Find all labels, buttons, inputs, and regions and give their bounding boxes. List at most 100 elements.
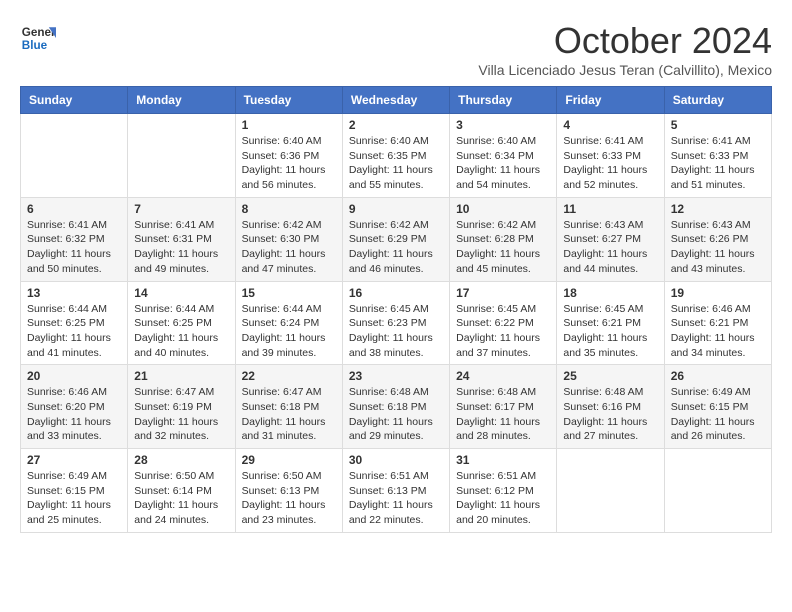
- day-number: 28: [134, 453, 228, 467]
- location-subtitle: Villa Licenciado Jesus Teran (Calvillito…: [478, 62, 772, 78]
- day-info: Sunrise: 6:50 AMSunset: 6:14 PMDaylight:…: [134, 469, 228, 528]
- day-info: Sunrise: 6:43 AMSunset: 6:26 PMDaylight:…: [671, 218, 765, 277]
- calendar-cell: 9 Sunrise: 6:42 AMSunset: 6:29 PMDaylight…: [342, 197, 449, 281]
- calendar-cell: 18Sunrise: 6:45 AMSunset: 6:21 PMDayligh…: [557, 281, 664, 365]
- day-number: 27: [27, 453, 121, 467]
- calendar-week-row: 20Sunrise: 6:46 AMSunset: 6:20 PMDayligh…: [21, 365, 772, 449]
- day-info: Sunrise: 6:50 AMSunset: 6:13 PMDaylight:…: [242, 469, 336, 528]
- day-number: 18: [563, 286, 657, 300]
- day-info: Sunrise: 6:43 AMSunset: 6:27 PMDaylight:…: [563, 218, 657, 277]
- calendar-cell: 11 Sunrise: 6:43 AMSunset: 6:27 PMDayligh…: [557, 197, 664, 281]
- day-number: 11: [563, 202, 657, 216]
- day-info: Sunrise: 6:41 AMSunset: 6:31 PMDaylight:…: [134, 218, 228, 277]
- day-number: 10: [456, 202, 550, 216]
- day-info: Sunrise: 6:41 AMSunset: 6:33 PMDaylight:…: [671, 134, 765, 193]
- calendar-table: SundayMondayTuesdayWednesdayThursdayFrid…: [20, 86, 772, 533]
- calendar-cell: 6 Sunrise: 6:41 AMSunset: 6:32 PMDaylight…: [21, 197, 128, 281]
- calendar-cell: 12 Sunrise: 6:43 AMSunset: 6:26 PMDayligh…: [664, 197, 771, 281]
- logo-icon: General Blue: [20, 20, 56, 56]
- calendar-cell: 30 Sunrise: 6:51 AMSunset: 6:13 PMDayligh…: [342, 449, 449, 533]
- day-info: Sunrise: 6:48 AMSunset: 6:16 PMDaylight:…: [563, 385, 657, 444]
- day-number: 20: [27, 369, 121, 383]
- weekday-header-wednesday: Wednesday: [342, 87, 449, 114]
- calendar-week-row: 27 Sunrise: 6:49 AMSunset: 6:15 PMDayligh…: [21, 449, 772, 533]
- day-number: 29: [242, 453, 336, 467]
- day-info: Sunrise: 6:49 AMSunset: 6:15 PMDaylight:…: [671, 385, 765, 444]
- day-info: Sunrise: 6:51 AMSunset: 6:12 PMDaylight:…: [456, 469, 550, 528]
- day-number: 7: [134, 202, 228, 216]
- logo: General Blue: [20, 20, 56, 56]
- day-info: Sunrise: 6:40 AMSunset: 6:34 PMDaylight:…: [456, 134, 550, 193]
- weekday-header-friday: Friday: [557, 87, 664, 114]
- day-number: 14: [134, 286, 228, 300]
- calendar-cell: 5 Sunrise: 6:41 AMSunset: 6:33 PMDaylight…: [664, 114, 771, 198]
- calendar-cell: 29 Sunrise: 6:50 AMSunset: 6:13 PMDayligh…: [235, 449, 342, 533]
- calendar-cell: 16Sunrise: 6:45 AMSunset: 6:23 PMDayligh…: [342, 281, 449, 365]
- calendar-cell: 17Sunrise: 6:45 AMSunset: 6:22 PMDayligh…: [450, 281, 557, 365]
- day-number: 9: [349, 202, 443, 216]
- weekday-header-monday: Monday: [128, 87, 235, 114]
- day-number: 3: [456, 118, 550, 132]
- calendar-cell: 4 Sunrise: 6:41 AMSunset: 6:33 PMDaylight…: [557, 114, 664, 198]
- day-info: Sunrise: 6:49 AMSunset: 6:15 PMDaylight:…: [27, 469, 121, 528]
- calendar-cell: 15 Sunrise: 6:44 AMSunset: 6:24 PMDayligh…: [235, 281, 342, 365]
- day-info: Sunrise: 6:40 AMSunset: 6:36 PMDaylight:…: [242, 134, 336, 193]
- title-area: October 2024 Villa Licenciado Jesus Tera…: [478, 20, 772, 78]
- day-info: Sunrise: 6:47 AMSunset: 6:19 PMDaylight:…: [134, 385, 228, 444]
- day-info: Sunrise: 6:42 AMSunset: 6:30 PMDaylight:…: [242, 218, 336, 277]
- calendar-cell: 8 Sunrise: 6:42 AMSunset: 6:30 PMDaylight…: [235, 197, 342, 281]
- calendar-week-row: 6 Sunrise: 6:41 AMSunset: 6:32 PMDaylight…: [21, 197, 772, 281]
- calendar-cell: 28 Sunrise: 6:50 AMSunset: 6:14 PMDayligh…: [128, 449, 235, 533]
- day-number: 25: [563, 369, 657, 383]
- calendar-cell: 14 Sunrise: 6:44 AMSunset: 6:25 PMDayligh…: [128, 281, 235, 365]
- day-info: Sunrise: 6:48 AMSunset: 6:17 PMDaylight:…: [456, 385, 550, 444]
- calendar-cell: 7 Sunrise: 6:41 AMSunset: 6:31 PMDaylight…: [128, 197, 235, 281]
- day-number: 19: [671, 286, 765, 300]
- day-info: Sunrise: 6:42 AMSunset: 6:29 PMDaylight:…: [349, 218, 443, 277]
- day-number: 5: [671, 118, 765, 132]
- day-info: Sunrise: 6:41 AMSunset: 6:32 PMDaylight:…: [27, 218, 121, 277]
- day-number: 2: [349, 118, 443, 132]
- calendar-cell: [557, 449, 664, 533]
- day-info: Sunrise: 6:51 AMSunset: 6:13 PMDaylight:…: [349, 469, 443, 528]
- calendar-cell: 10 Sunrise: 6:42 AMSunset: 6:28 PMDayligh…: [450, 197, 557, 281]
- day-info: Sunrise: 6:45 AMSunset: 6:22 PMDaylight:…: [456, 302, 550, 361]
- calendar-cell: 26 Sunrise: 6:49 AMSunset: 6:15 PMDayligh…: [664, 365, 771, 449]
- day-number: 13: [27, 286, 121, 300]
- day-number: 16: [349, 286, 443, 300]
- day-info: Sunrise: 6:44 AMSunset: 6:25 PMDaylight:…: [134, 302, 228, 361]
- calendar-cell: 19Sunrise: 6:46 AMSunset: 6:21 PMDayligh…: [664, 281, 771, 365]
- calendar-cell: 3 Sunrise: 6:40 AMSunset: 6:34 PMDaylight…: [450, 114, 557, 198]
- weekday-header-row: SundayMondayTuesdayWednesdayThursdayFrid…: [21, 87, 772, 114]
- calendar-cell: 21Sunrise: 6:47 AMSunset: 6:19 PMDayligh…: [128, 365, 235, 449]
- day-info: Sunrise: 6:42 AMSunset: 6:28 PMDaylight:…: [456, 218, 550, 277]
- day-number: 26: [671, 369, 765, 383]
- day-number: 31: [456, 453, 550, 467]
- day-info: Sunrise: 6:40 AMSunset: 6:35 PMDaylight:…: [349, 134, 443, 193]
- day-info: Sunrise: 6:41 AMSunset: 6:33 PMDaylight:…: [563, 134, 657, 193]
- day-number: 12: [671, 202, 765, 216]
- calendar-cell: 23 Sunrise: 6:48 AMSunset: 6:18 PMDayligh…: [342, 365, 449, 449]
- calendar-cell: [21, 114, 128, 198]
- day-number: 15: [242, 286, 336, 300]
- day-info: Sunrise: 6:48 AMSunset: 6:18 PMDaylight:…: [349, 385, 443, 444]
- calendar-cell: [664, 449, 771, 533]
- day-number: 30: [349, 453, 443, 467]
- calendar-cell: 24 Sunrise: 6:48 AMSunset: 6:17 PMDayligh…: [450, 365, 557, 449]
- day-info: Sunrise: 6:44 AMSunset: 6:24 PMDaylight:…: [242, 302, 336, 361]
- calendar-week-row: 1 Sunrise: 6:40 AMSunset: 6:36 PMDaylight…: [21, 114, 772, 198]
- weekday-header-tuesday: Tuesday: [235, 87, 342, 114]
- svg-text:Blue: Blue: [22, 39, 48, 52]
- weekday-header-thursday: Thursday: [450, 87, 557, 114]
- calendar-cell: 20Sunrise: 6:46 AMSunset: 6:20 PMDayligh…: [21, 365, 128, 449]
- day-number: 1: [242, 118, 336, 132]
- day-number: 8: [242, 202, 336, 216]
- day-number: 23: [349, 369, 443, 383]
- day-number: 22: [242, 369, 336, 383]
- day-number: 4: [563, 118, 657, 132]
- day-info: Sunrise: 6:44 AMSunset: 6:25 PMDaylight:…: [27, 302, 121, 361]
- day-number: 6: [27, 202, 121, 216]
- weekday-header-sunday: Sunday: [21, 87, 128, 114]
- calendar-cell: 22Sunrise: 6:47 AMSunset: 6:18 PMDayligh…: [235, 365, 342, 449]
- day-number: 24: [456, 369, 550, 383]
